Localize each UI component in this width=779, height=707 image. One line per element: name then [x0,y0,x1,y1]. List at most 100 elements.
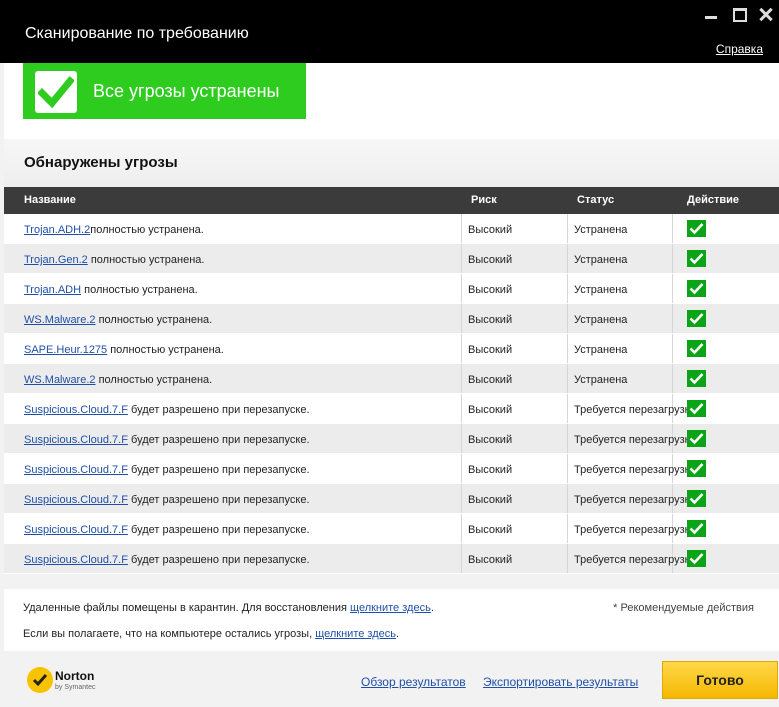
brand-name: Norton [55,669,95,683]
action-check-icon[interactable] [687,370,706,387]
info-panel: Удаленные файлы помещены в карантин. Для… [4,589,779,651]
threat-name-cell: Trojan.Gen.2 полностью устранена. [24,254,204,266]
title-bar: Сканирование по требованию Справка [0,0,779,63]
checkmark-icon [35,71,77,113]
column-header-status[interactable]: Статус [577,194,614,206]
table-row: WS.Malware.2 полностью устранена. Высокий… [4,364,779,394]
action-check-icon[interactable] [687,550,706,567]
threat-name-cell: Trojan.ADH полностью устранена. [24,284,198,296]
column-divider [567,304,568,333]
restore-link[interactable]: щелкните здесь [350,602,431,614]
threat-description: будет разрешено при перезапуске. [127,464,310,476]
threat-link[interactable]: Suspicious.Cloud.7.F [24,494,128,506]
threat-link[interactable]: Trojan.Gen.2 [24,254,88,266]
brand-sub: by Symantec [55,684,96,691]
status-cell: Требуется перезагрузк [574,524,688,536]
column-divider [461,544,462,573]
action-check-icon[interactable] [687,340,706,357]
table-row: Suspicious.Cloud.7.F будет разрешено при… [4,544,779,574]
column-divider [461,514,462,543]
column-divider [567,424,568,453]
threat-link[interactable]: SAPE.Heur.1275 [24,344,107,356]
column-header-name[interactable]: Название [24,194,76,206]
action-check-icon[interactable] [687,280,706,297]
threat-description: будет разрешено при перезапуске. [127,434,310,446]
risk-cell: Высокий [468,464,513,476]
maximize-icon[interactable] [731,6,749,22]
threat-link[interactable]: Suspicious.Cloud.7.F [24,554,128,566]
action-check-icon[interactable] [687,520,706,537]
threat-name-cell: Trojan.ADH.2полностью устранена. [24,224,204,236]
threat-link[interactable]: WS.Malware.2 [24,374,96,386]
threat-link[interactable]: WS.Malware.2 [24,314,96,326]
close-icon[interactable] [757,6,775,22]
column-divider [567,364,568,393]
review-results-link[interactable]: Обзор результатов [361,675,466,689]
column-divider [567,394,568,423]
table-row: WS.Malware.2 полностью устранена. Высокий… [4,304,779,334]
risk-cell: Высокий [468,404,513,416]
window-title: Сканирование по требованию [25,25,249,42]
risk-cell: Высокий [468,314,513,326]
column-divider [567,454,568,483]
table-row: Suspicious.Cloud.7.F будет разрешено при… [4,424,779,454]
column-divider [567,544,568,573]
status-cell: Устранена [574,224,628,236]
status-cell: Устранена [574,374,628,386]
column-divider [461,244,462,273]
table-row: SAPE.Heur.1275 полностью устранена. Высок… [4,334,779,364]
threat-description: полностью устранена. [87,254,205,266]
help-link[interactable]: Справка [716,42,763,56]
risk-cell: Высокий [468,524,513,536]
threat-name-cell: Suspicious.Cloud.7.F будет разрешено при… [24,494,310,506]
quarantine-note: Удаленные файлы помещены в карантин. Для… [23,602,434,614]
column-divider [461,364,462,393]
threat-link[interactable]: Trojan.ADH [24,284,81,296]
action-check-icon[interactable] [687,310,706,327]
remaining-threats-link[interactable]: щелкните здесь [315,628,396,640]
column-header-risk[interactable]: Риск [471,194,497,206]
export-results-link[interactable]: Экспортировать результаты [483,675,638,689]
table-row: Trojan.Gen.2 полностью устранена. Высокий… [4,244,779,274]
risk-cell: Высокий [468,224,513,236]
column-header-action[interactable]: Действие [687,194,739,206]
norton-logo: Norton by Symantec [27,667,107,697]
column-divider [567,244,568,273]
threat-name-cell: Suspicious.Cloud.7.F будет разрешено при… [24,434,310,446]
threat-description: будет разрешено при перезапуске. [127,404,310,416]
column-divider [567,334,568,363]
status-cell: Устранена [574,314,628,326]
column-divider [461,454,462,483]
table-row: Trojan.ADH полностью устранена. Высокий Ус… [4,274,779,304]
table-row: Trojan.ADH.2полностью устранена. Высокий У… [4,214,779,244]
threat-link[interactable]: Suspicious.Cloud.7.F [24,524,128,536]
risk-cell: Высокий [468,554,513,566]
status-banner: Все угрозы устранены [23,63,306,119]
risk-cell: Высокий [468,344,513,356]
column-divider [461,424,462,453]
threat-link[interactable]: Suspicious.Cloud.7.F [24,404,128,416]
action-check-icon[interactable] [687,490,706,507]
column-divider [461,334,462,363]
table-row: Suspicious.Cloud.7.F будет разрешено при… [4,454,779,484]
minimize-icon[interactable] [702,6,720,22]
action-check-icon[interactable] [687,250,706,267]
risk-cell: Высокий [468,374,513,386]
threat-name-cell: Suspicious.Cloud.7.F будет разрешено при… [24,554,310,566]
threat-link[interactable]: Trojan.ADH.2 [24,224,90,236]
action-check-icon[interactable] [687,460,706,477]
action-check-icon[interactable] [687,220,706,237]
risk-cell: Высокий [468,254,513,266]
threat-name-cell: WS.Malware.2 полностью устранена. [24,314,212,326]
threat-link[interactable]: Suspicious.Cloud.7.F [24,464,128,476]
action-check-icon[interactable] [687,400,706,417]
threat-description: полностью устранена. [81,284,198,296]
risk-cell: Высокий [468,434,513,446]
column-divider [461,214,462,243]
column-divider [461,484,462,513]
threat-link[interactable]: Suspicious.Cloud.7.F [24,434,128,446]
remaining-text: Если вы полагаете, что на компьютере ост… [23,628,316,640]
done-button[interactable]: Готово [662,661,778,699]
threat-description: полностью устранена. [95,374,213,386]
action-check-icon[interactable] [687,430,706,447]
